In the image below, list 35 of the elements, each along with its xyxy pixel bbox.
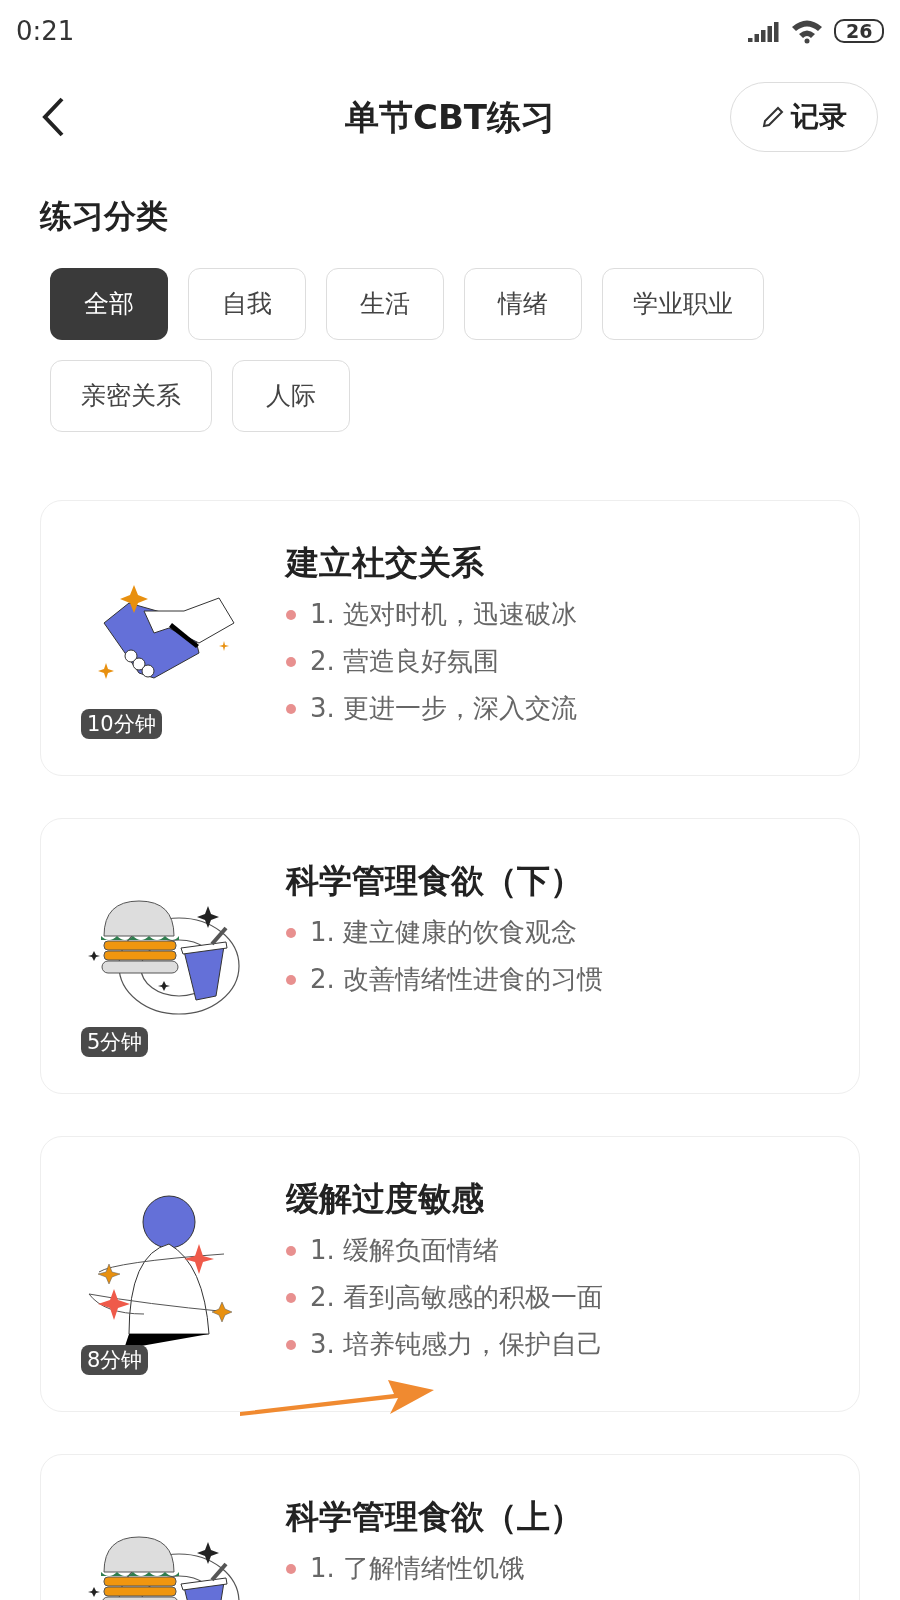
signal-icon — [748, 20, 780, 42]
duration-badge: 8分钟 — [81, 1345, 149, 1375]
exercise-title: 科学管理食欲（上） — [286, 1496, 583, 1538]
exercise-card[interactable]: 10分钟 建立社交关系 1. 选对时机，迅速破冰 2. 营造良好氛围 3. 更进一步，深入交流 — [40, 500, 860, 776]
duration-badge: 5分钟 — [81, 1027, 149, 1057]
battery-indicator: 26 — [834, 19, 884, 43]
exercise-card[interactable]: 科学管理食欲（上） 1. 了解情绪性饥饿 — [40, 1454, 860, 1600]
exercise-card[interactable]: 8分钟 缓解过度敏感 1. 缓解负面情绪 2. 看到高敏感的积极一面 3. 培养钝感力，保护自己 — [40, 1136, 860, 1412]
category-chip[interactable]: 全部 — [50, 268, 168, 340]
wifi-icon — [790, 18, 824, 44]
exercise-point: 1. 建立健康的饮食观念 — [310, 916, 578, 949]
category-chip[interactable]: 亲密关系 — [50, 360, 212, 432]
category-chip[interactable]: 情绪 — [464, 268, 582, 340]
category-chip[interactable]: 生活 — [326, 268, 444, 340]
category-chip[interactable]: 人际 — [232, 360, 350, 432]
exercise-point: 3. 更进一步，深入交流 — [310, 692, 578, 725]
back-icon — [40, 96, 66, 138]
exercise-point: 3. 培养钝感力，保护自己 — [310, 1328, 604, 1361]
section-title: 练习分类 — [38, 196, 169, 237]
exercise-point: 1. 选对时机，迅速破冰 — [310, 598, 578, 631]
category-chip[interactable]: 自我 — [188, 268, 306, 340]
exercise-card[interactable]: 5分钟 科学管理食欲（下） 1. 建立健康的饮食观念 2. 改善情绪性进食的习惯 — [40, 818, 860, 1094]
category-chip[interactable]: 学业职业 — [602, 268, 764, 340]
page-title: 单节CBT练习 — [344, 95, 556, 139]
exercise-title: 缓解过度敏感 — [286, 1178, 485, 1220]
pencil-icon — [761, 105, 785, 129]
exercise-title: 科学管理食欲（下） — [286, 860, 584, 902]
exercise-title: 建立社交关系 — [286, 542, 485, 584]
exercise-point: 2. 改善情绪性进食的习惯 — [310, 963, 604, 996]
duration-badge: 10分钟 — [81, 709, 162, 739]
exercise-point: 2. 营造良好氛围 — [310, 645, 500, 678]
exercise-point: 1. 了解情绪性饥饿 — [310, 1552, 526, 1585]
status-time: 0:21 — [16, 14, 75, 48]
exercise-point: 1. 缓解负面情绪 — [310, 1234, 500, 1267]
exercise-point: 2. 看到高敏感的积极一面 — [310, 1281, 604, 1314]
